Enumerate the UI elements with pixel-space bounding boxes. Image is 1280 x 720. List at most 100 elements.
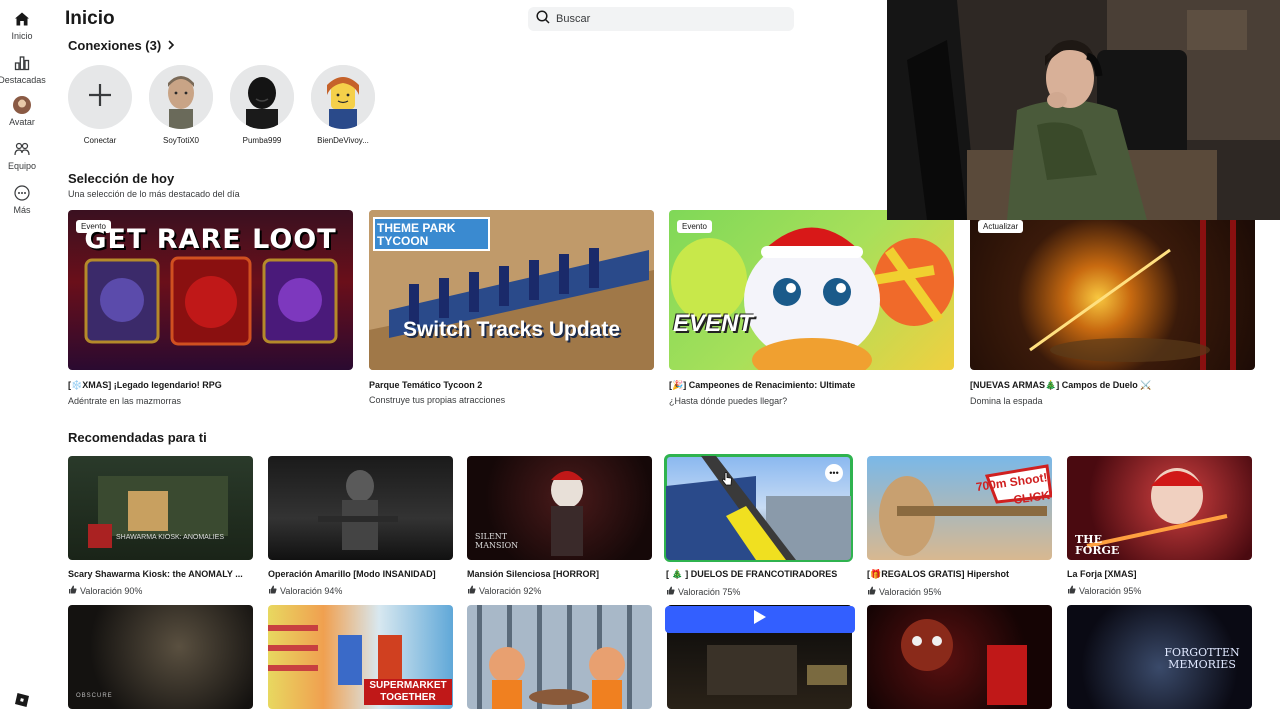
thumbnail-art-text: OBSCURE xyxy=(76,693,113,699)
game-thumbnail[interactable] xyxy=(867,605,1052,709)
chart-icon xyxy=(13,54,31,72)
rating-text: Valoración 75% xyxy=(678,586,741,597)
more-options-button[interactable]: ••• xyxy=(825,464,843,482)
thumbnail-art-text: SHAWARMA KIOSK: ANOMALIES xyxy=(116,534,225,541)
sidebar-item-label: Destacadas xyxy=(0,75,46,85)
game-card-hovered[interactable]: ••• [ 🎄 ] DUELOS DE FRANCOTIRADORES Valo… xyxy=(664,454,853,597)
game-card[interactable]: THE FORGE La Forja [XMAS] Valoración 95% xyxy=(1067,456,1252,596)
connections-title-text: Conexiones (3) xyxy=(68,38,162,53)
search-input[interactable] xyxy=(556,13,776,25)
featured-art-text: Switch Tracks Update xyxy=(402,318,621,341)
thumbs-up-icon xyxy=(867,586,876,597)
game-card[interactable] xyxy=(467,605,652,709)
game-thumbnail[interactable] xyxy=(268,456,453,560)
sidebar-item-label: Más xyxy=(13,205,31,215)
game-thumbnail[interactable]: SILENT MANSION xyxy=(467,456,652,560)
sidebar-item-charts[interactable]: Destacadas xyxy=(0,54,46,85)
connect-button[interactable]: Conectar xyxy=(67,65,133,145)
game-thumbnail[interactable]: Evento GET RARE LOOT xyxy=(68,210,353,370)
page-title: Inicio xyxy=(65,8,115,29)
play-icon xyxy=(753,609,767,630)
sidebar: Inicio Destacadas Avatar Equipo Más xyxy=(0,0,46,720)
game-thumbnail[interactable] xyxy=(467,605,652,709)
game-card[interactable]: SUPERMARKET TOGETHER xyxy=(268,605,453,709)
featured-card[interactable]: Evento GET RARE LOOT [❄️XMAS] ¡Legado le… xyxy=(68,210,353,406)
sidebar-item-avatar[interactable]: Avatar xyxy=(0,96,44,127)
game-thumbnail[interactable]: OBSCURE xyxy=(68,605,253,709)
friend-item[interactable]: Pumba999 xyxy=(229,65,295,145)
add-connection-avatar[interactable] xyxy=(68,65,132,129)
search-icon xyxy=(536,9,550,29)
sidebar-item-label: Equipo xyxy=(7,161,37,171)
rating-text: Valoración 95% xyxy=(879,586,942,597)
game-title: [❄️XMAS] ¡Legado legendario! RPG xyxy=(68,380,222,390)
game-thumbnail[interactable]: THEME PARK TYCOON Switch Tracks Update xyxy=(369,210,654,370)
featured-card[interactable]: THEME PARK TYCOON Switch Tracks Update Pa… xyxy=(369,210,654,405)
thumbs-up-icon xyxy=(666,586,675,597)
game-thumbnail[interactable]: Actualizar xyxy=(970,210,1255,370)
plus-icon xyxy=(87,82,113,113)
game-title: [ 🎄 ] DUELOS DE FRANCOTIRADORES xyxy=(666,569,838,579)
webcam-overlay xyxy=(887,0,1280,220)
game-card[interactable]: OBSCURE xyxy=(68,605,253,709)
game-title: Operación Amarillo [Modo INSANIDAD] xyxy=(268,569,436,579)
avatar[interactable] xyxy=(230,65,294,129)
game-card[interactable]: Operación Amarillo [Modo INSANIDAD] Valo… xyxy=(268,456,453,596)
thumbs-up-icon xyxy=(467,585,476,596)
sidebar-item-label: Avatar xyxy=(9,117,35,127)
game-card[interactable]: SILENT MANSION Mansión Silenciosa [HORRO… xyxy=(467,456,652,596)
game-title: La Forja [XMAS] xyxy=(1067,569,1137,579)
theme-park-logo-text: THEME PARK TYCOON xyxy=(377,221,456,248)
connections-title[interactable]: Conexiones (3) xyxy=(68,38,175,53)
featured-card[interactable]: Evento EVENT [🎉] Campeones de Renacimien… xyxy=(669,210,954,406)
thumbnail-art-text: SUPERMARKET TOGETHER xyxy=(364,679,452,705)
game-thumbnail[interactable]: FORGOTTEN MEMORIES xyxy=(1067,605,1252,709)
thumbs-up-icon xyxy=(68,585,77,596)
game-card[interactable] xyxy=(867,605,1052,709)
thumbnail-art-text: SILENT MANSION xyxy=(475,532,519,550)
game-title: Mansión Silenciosa [HORROR] xyxy=(467,569,600,579)
game-card[interactable]: SHAWARMA KIOSK: ANOMALIES Scary Shawarma… xyxy=(68,456,253,596)
rating-text: Valoración 92% xyxy=(479,585,542,596)
connections-list: Conectar SoyTotiX0 Pumba999 BienDeVivoy.… xyxy=(67,65,376,145)
chevron-right-icon xyxy=(167,38,175,53)
section-title-today: Selección de hoy xyxy=(68,171,175,186)
avatar-icon xyxy=(13,96,31,114)
play-button[interactable] xyxy=(665,606,855,633)
game-rating: Valoración 75% xyxy=(666,586,851,597)
game-thumbnail[interactable]: 700m Shoot! CLICK xyxy=(867,456,1052,560)
game-thumbnail[interactable]: ••• xyxy=(664,454,853,562)
sidebar-item-label: Inicio xyxy=(11,31,33,41)
game-thumbnail[interactable]: Evento EVENT xyxy=(669,210,954,370)
game-card[interactable]: FORGOTTEN MEMORIES xyxy=(1067,605,1252,709)
game-subtitle: Construye tus propias atracciones xyxy=(369,395,506,405)
featured-art-text: EVENT xyxy=(673,310,754,337)
roblox-logo-icon[interactable] xyxy=(14,692,30,708)
cursor-icon xyxy=(721,472,733,491)
game-subtitle: Adéntrate en las mazmorras xyxy=(68,396,182,406)
game-title: Scary Shawarma Kiosk: the ANOMALY ... xyxy=(68,569,243,579)
friend-item[interactable]: BienDeVivoy... xyxy=(310,65,376,145)
game-thumbnail[interactable]: SHAWARMA KIOSK: ANOMALIES xyxy=(68,456,253,560)
rating-text: Valoración 90% xyxy=(80,585,143,596)
game-title: [🎉] Campeones de Renacimiento: Ultimate xyxy=(669,380,856,390)
thumbnail-art-text: THE FORGE xyxy=(1075,533,1120,557)
sidebar-item-more[interactable]: Más xyxy=(0,184,44,215)
friend-name: SoyTotiX0 xyxy=(162,136,200,145)
sidebar-item-home[interactable]: Inicio xyxy=(0,10,44,41)
game-rating: Valoración 95% xyxy=(1067,585,1252,596)
search-bar[interactable] xyxy=(528,7,794,31)
avatar[interactable] xyxy=(311,65,375,129)
friend-name: BienDeVivoy... xyxy=(317,136,369,145)
game-thumbnail[interactable]: THE FORGE xyxy=(1067,456,1252,560)
featured-card[interactable]: Actualizar [NUEVAS ARMAS🎄] Campos de Due… xyxy=(970,210,1255,406)
friend-item[interactable]: SoyTotiX0 xyxy=(148,65,214,145)
thumbs-up-icon xyxy=(1067,585,1076,596)
sidebar-item-team[interactable]: Equipo xyxy=(0,140,44,171)
rating-text: Valoración 95% xyxy=(1079,585,1142,596)
thumbs-up-icon xyxy=(268,585,277,596)
game-card[interactable]: 700m Shoot! CLICK [🎁REGALOS GRATIS] Hipe… xyxy=(867,456,1052,597)
avatar[interactable] xyxy=(149,65,213,129)
section-subtitle-today: Una selección de lo más destacado del dí… xyxy=(68,189,240,199)
game-thumbnail[interactable]: SUPERMARKET TOGETHER xyxy=(268,605,453,709)
